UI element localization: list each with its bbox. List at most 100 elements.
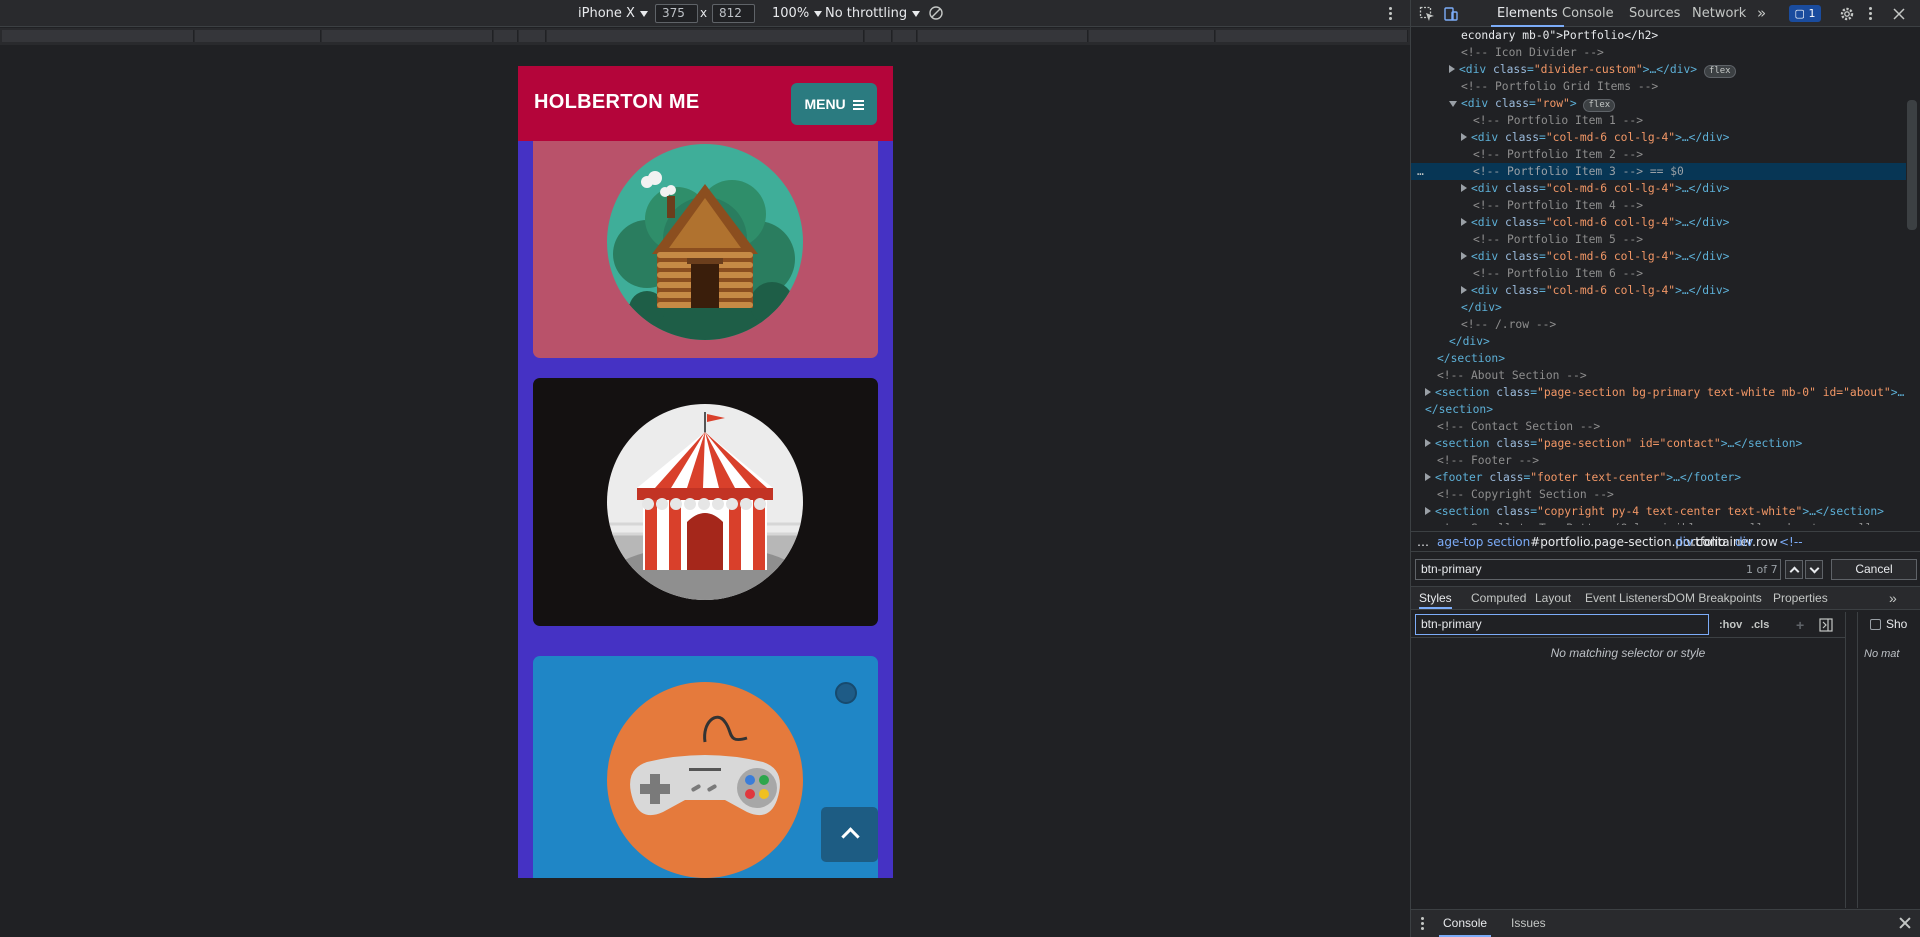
dom-comment-node[interactable]: <!-- About Section --> <box>1411 367 1906 384</box>
styles-tab-event-listeners[interactable]: Event Listeners <box>1585 587 1668 609</box>
device-toggle-icon[interactable] <box>1443 6 1459 22</box>
breadcrumb-tag: age-top <box>1437 535 1484 549</box>
dom-comment-node[interactable]: <!-- Copyright Section --> <box>1411 486 1906 503</box>
expand-arrow-icon[interactable] <box>1425 388 1431 396</box>
expand-arrow-icon[interactable] <box>1425 507 1431 515</box>
dom-node[interactable]: <div class="col-md-6 col-lg-4">…</div> <box>1411 180 1906 197</box>
breadcrumb-item[interactable]: div.row <box>1735 532 1778 551</box>
attr-value: "col-md-6 col-lg-4" <box>1545 182 1676 195</box>
tab-elements[interactable]: Elements <box>1491 0 1564 27</box>
dom-tree-scrollbar[interactable] <box>1907 100 1917 230</box>
zoom-select[interactable]: 100% <box>772 0 823 27</box>
class-toggle[interactable]: .cls <box>1751 612 1769 638</box>
expand-arrow-icon[interactable] <box>1461 252 1467 260</box>
attr-value: "col-md-6 col-lg-4" <box>1545 250 1676 263</box>
menu-button[interactable]: MENU <box>791 83 877 125</box>
breadcrumb-item[interactable]: age-top <box>1437 532 1484 551</box>
add-rule-icon[interactable]: + <box>1796 612 1804 638</box>
expand-arrow-icon[interactable] <box>1461 286 1467 294</box>
styles-filter-input[interactable]: btn-primary <box>1415 614 1709 635</box>
breadcrumb-item[interactable]: <!-- <box>1779 532 1803 551</box>
drawer-menu-icon[interactable] <box>1421 917 1424 930</box>
dom-comment-node[interactable]: … <!-- Portfolio Item 3 --> == $0 <box>1411 163 1906 180</box>
cancel-search-button[interactable]: Cancel <box>1831 559 1917 580</box>
dom-comment-node[interactable]: <!-- Icon Divider --> <box>1411 44 1906 61</box>
drawer-tab-issues[interactable]: Issues <box>1511 910 1546 937</box>
expand-arrow-icon[interactable] <box>1425 473 1431 481</box>
dom-node[interactable]: <div class="col-md-6 col-lg-4">…</div> <box>1411 214 1906 231</box>
dom-node[interactable]: <div class="col-md-6 col-lg-4">…</div> <box>1411 129 1906 146</box>
tab-sources[interactable]: Sources <box>1629 0 1680 27</box>
node-actions-icon[interactable]: … <box>1417 163 1424 180</box>
dom-node[interactable]: </div> <box>1411 333 1906 350</box>
dom-comment-node[interactable]: <!-- Portfolio Item 5 --> <box>1411 231 1906 248</box>
close-icon[interactable] <box>1891 6 1907 22</box>
more-options-icon[interactable] <box>1869 7 1872 20</box>
dom-comment-node[interactable]: <!-- Footer --> <box>1411 452 1906 469</box>
tab-network[interactable]: Network <box>1692 0 1746 27</box>
rotate-icon[interactable] <box>928 5 944 21</box>
device-select[interactable]: iPhone X <box>578 0 648 27</box>
styles-tab-computed[interactable]: Computed <box>1471 587 1526 609</box>
dom-comment-node[interactable]: <!-- Portfolio Item 2 --> <box>1411 146 1906 163</box>
dom-comment-node[interactable]: <!-- /.row --> <box>1411 316 1906 333</box>
dom-comment-node[interactable]: <!-- Portfolio Item 4 --> <box>1411 197 1906 214</box>
expand-arrow-icon[interactable] <box>1449 65 1455 73</box>
pane-divider[interactable] <box>1845 612 1857 908</box>
tab-console[interactable]: Console <box>1562 0 1614 27</box>
styles-tab-layout[interactable]: Layout <box>1535 587 1571 609</box>
more-options-icon[interactable] <box>1389 7 1392 20</box>
dom-comment-node[interactable]: <!-- Portfolio Grid Items --> <box>1411 78 1906 95</box>
styles-tab-properties[interactable]: Properties <box>1773 587 1828 609</box>
tag-open: <div <box>1461 97 1496 110</box>
dom-node[interactable]: econdary mb-0">Portfolio</h2> <box>1411 27 1906 44</box>
issues-badge[interactable]: ▢ 1 <box>1789 5 1821 22</box>
expand-arrow-icon[interactable] <box>1425 439 1431 447</box>
chevron-down-icon[interactable] <box>1805 560 1823 579</box>
hover-state-toggle[interactable]: :hov <box>1719 612 1742 638</box>
close-drawer-icon[interactable] <box>1899 917 1911 929</box>
chevron-up-icon[interactable] <box>1785 560 1803 579</box>
dom-comment-node[interactable]: <!-- Portfolio Item 1 --> <box>1411 112 1906 129</box>
dom-node[interactable]: <section class="page-section" id="contac… <box>1411 435 1906 452</box>
dom-node[interactable]: <section class="page-section bg-primary … <box>1411 384 1906 401</box>
dom-node[interactable]: </section> <box>1411 350 1906 367</box>
navbar-brand[interactable]: HOLBERTON ME <box>534 66 699 139</box>
inspect-element-icon[interactable] <box>1419 6 1435 22</box>
device-width-input[interactable]: 375 <box>655 4 698 23</box>
sidebar-toggle-icon[interactable] <box>1819 618 1833 632</box>
more-styles-tabs-icon[interactable]: » <box>1889 587 1897 609</box>
expand-arrow-icon[interactable] <box>1461 218 1467 226</box>
dom-node[interactable]: <section class="copyright py-4 text-cent… <box>1411 503 1906 520</box>
scroll-to-top-button[interactable] <box>821 807 878 862</box>
portfolio-item[interactable] <box>533 378 878 626</box>
device-height-input[interactable]: 812 <box>712 4 755 23</box>
dom-comment-node[interactable]: <!-- Contact Section --> <box>1411 418 1906 435</box>
expand-arrow-icon[interactable] <box>1461 184 1467 192</box>
dom-node[interactable]: <div class="col-md-6 col-lg-4">…</div> <box>1411 282 1906 299</box>
dom-node[interactable]: </section> <box>1411 401 1906 418</box>
styles-tab-dom-breakpoints[interactable]: DOM Breakpoints <box>1667 587 1762 609</box>
dom-tree[interactable]: econdary mb-0">Portfolio</h2> <!-- Icon D… <box>1411 27 1906 525</box>
expand-arrow-icon[interactable] <box>1461 133 1467 141</box>
dom-search-input[interactable]: btn-primary <box>1415 559 1781 580</box>
dom-node[interactable]: <div class="col-md-6 col-lg-4">…</div> <box>1411 248 1906 265</box>
styles-tab-styles[interactable]: Styles <box>1419 587 1452 609</box>
flex-badge[interactable]: flex <box>1703 65 1736 78</box>
gear-icon[interactable] <box>1839 6 1855 22</box>
drawer-tab-console[interactable]: Console <box>1439 910 1492 937</box>
flex-badge[interactable]: flex <box>1583 99 1616 112</box>
throttling-select[interactable]: No throttling <box>825 0 921 27</box>
dom-comment-node[interactable]: <!-- Portfolio Item 6 --> <box>1411 265 1906 282</box>
media-query-ruler[interactable] <box>0 28 1410 45</box>
collapse-arrow-icon[interactable] <box>1449 101 1457 107</box>
attr-value: "footer text-center" <box>1530 471 1667 484</box>
dom-comment-node[interactable]: <!-- Scroll to Top Button (Only visible … <box>1411 520 1906 525</box>
dom-node[interactable]: <footer class="footer text-center">…</fo… <box>1411 469 1906 486</box>
dom-node[interactable]: <div class="divider-custom">…</div> flex <box>1411 61 1906 78</box>
dom-node[interactable]: </div> <box>1411 299 1906 316</box>
dom-node[interactable]: <div class="row"> flex <box>1411 95 1906 112</box>
more-tabs-icon[interactable]: » <box>1757 0 1766 27</box>
breadcrumb-item[interactable]: … <box>1417 532 1429 551</box>
show-all-checkbox[interactable] <box>1870 619 1881 630</box>
